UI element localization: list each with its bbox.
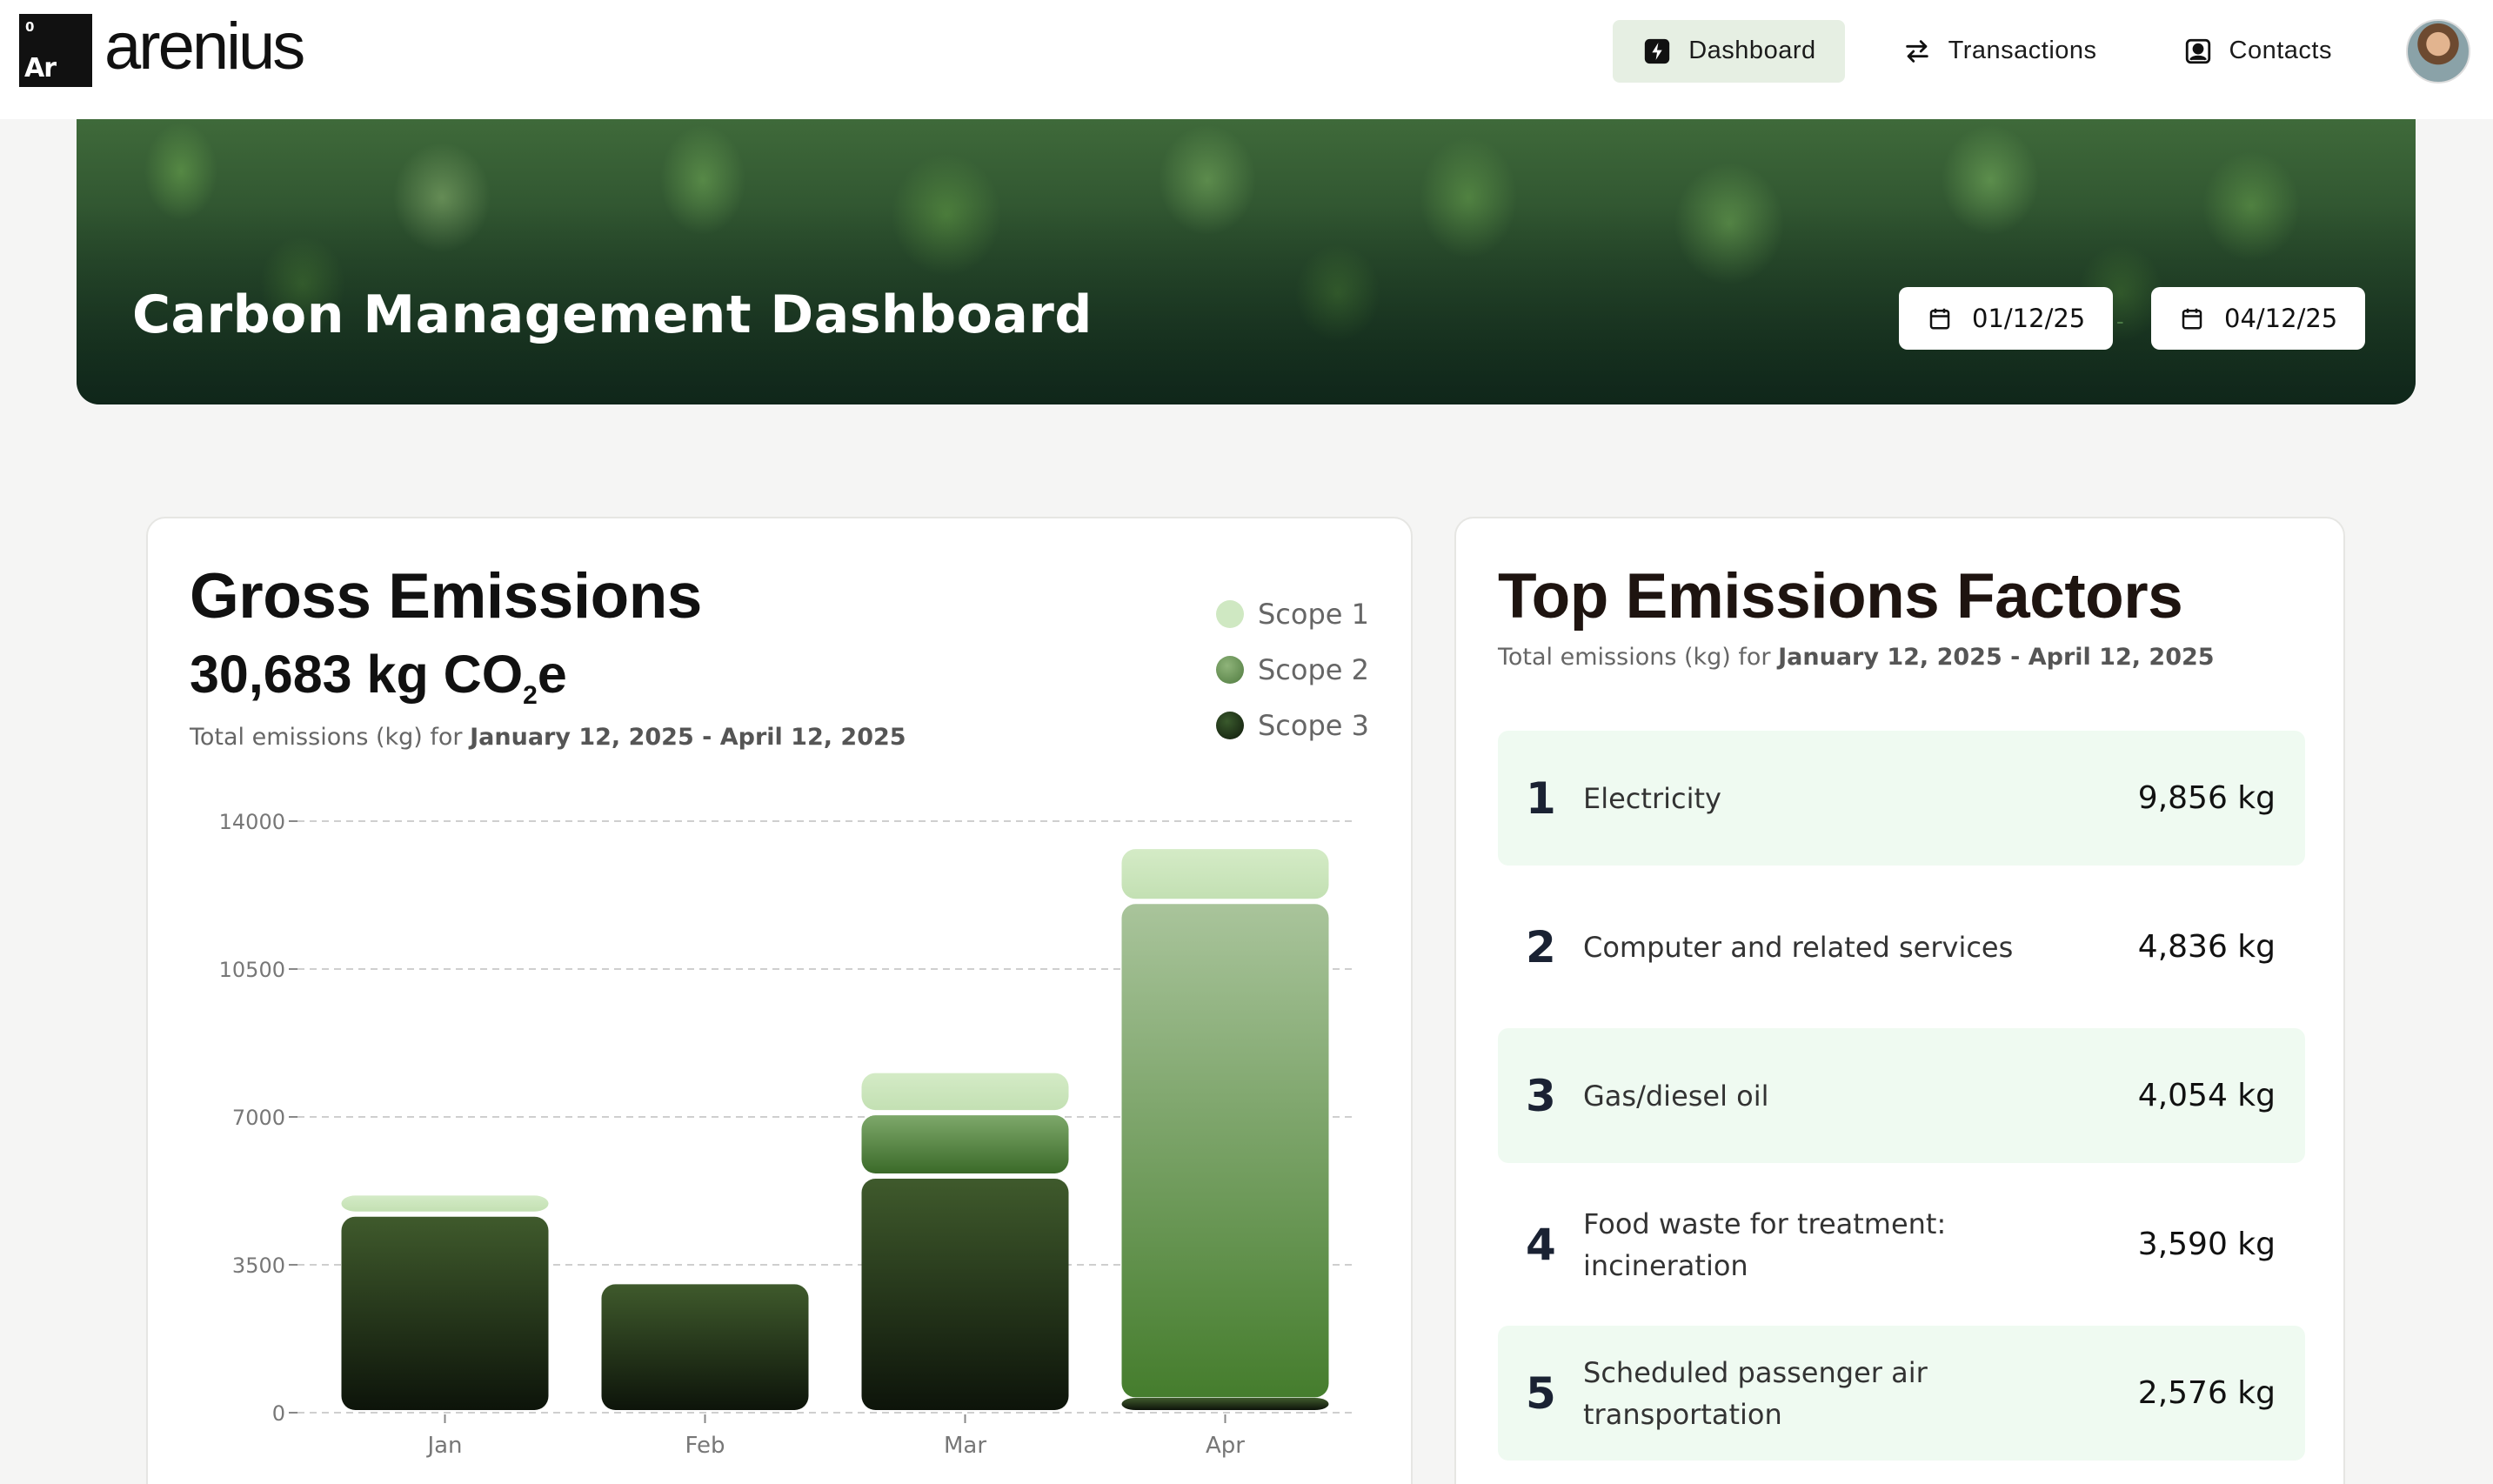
factor-row[interactable]: 2 Computer and related services 4,836 kg — [1498, 879, 2305, 1014]
gross-emissions-card: Gross Emissions 30,683 kg CO2e Total emi… — [146, 517, 1413, 1484]
end-date-picker[interactable]: 04/12/25 — [2151, 287, 2366, 350]
x-tick-label: Apr — [1206, 1433, 1245, 1459]
nav-contacts-label: Contacts — [2229, 37, 2332, 64]
factor-rank: 4 — [1526, 1219, 1556, 1270]
top-factors-title: Top Emissions Factors — [1498, 561, 2183, 632]
bar-segment-scope-1 — [341, 1195, 549, 1212]
arenius-logo[interactable]: 0 Ar arenius — [19, 10, 305, 87]
nav-transactions[interactable]: Transactions — [1873, 20, 2126, 83]
bar-segment-scope-3 — [1121, 1398, 1329, 1410]
logo-mark: 0 Ar — [19, 14, 92, 87]
bar-segment-scope-2 — [1121, 904, 1329, 1398]
top-emissions-factors-card: Top Emissions Factors Total emissions (k… — [1454, 517, 2345, 1484]
contact-card-icon — [2182, 36, 2214, 67]
bar-segment-scope-2 — [861, 1115, 1069, 1173]
bar-segment-scope-3 — [861, 1179, 1069, 1410]
factor-rank: 1 — [1526, 772, 1556, 824]
caption-prefix: Total emissions (kg) for — [1498, 644, 1779, 671]
start-date-value: 01/12/25 — [1972, 304, 2086, 333]
start-date-picker[interactable]: 01/12/25 — [1899, 287, 2114, 350]
x-tick-label: Jan — [425, 1433, 462, 1459]
y-tick-label: 7000 — [232, 1106, 285, 1130]
factor-row[interactable]: 3 Gas/diesel oil 4,054 kg — [1498, 1028, 2305, 1163]
nav-contacts[interactable]: Contacts — [2154, 20, 2361, 83]
logo-wordmark: arenius — [104, 10, 305, 84]
y-tick-label: 14000 — [219, 810, 285, 834]
factor-value: 4,836 kg — [2137, 929, 2276, 965]
date-separator: - — [2116, 308, 2124, 334]
calendar-icon — [1927, 305, 1953, 331]
calendar-icon — [2179, 305, 2205, 331]
logo-symbol: Ar — [24, 53, 57, 84]
nav-dashboard-label: Dashboard — [1688, 37, 1816, 64]
end-date-value: 04/12/25 — [2224, 304, 2338, 333]
bar-segment-scope-3 — [341, 1216, 549, 1410]
top-factors-caption: Total emissions (kg) for January 12, 202… — [1498, 644, 2215, 671]
main-nav: Dashboard Transactions Contacts — [1613, 0, 2493, 102]
y-tick-label: 3500 — [232, 1253, 285, 1278]
bar-segment-scope-1 — [861, 1073, 1069, 1111]
factor-name: Electricity — [1583, 781, 1721, 815]
factor-rank: 2 — [1526, 921, 1556, 973]
factor-rank: 5 — [1526, 1367, 1556, 1419]
nav-dashboard[interactable]: Dashboard — [1613, 19, 1845, 83]
logo-number: 0 — [25, 19, 35, 35]
bar-segment-scope-1 — [1121, 849, 1329, 899]
factor-value: 9,856 kg — [2137, 780, 2276, 816]
page-title: Carbon Management Dashboard — [132, 284, 1093, 345]
factor-name: Gas/diesel oil — [1583, 1079, 1769, 1113]
y-tick-label: 10500 — [219, 958, 285, 982]
nav-transactions-label: Transactions — [1948, 37, 2097, 64]
hero-banner: Carbon Management Dashboard 01/12/25 - 0… — [77, 119, 2416, 404]
y-tick-label: 0 — [272, 1401, 285, 1426]
factor-name: Scheduled passenger air transportation — [1583, 1355, 1928, 1431]
x-tick-label: Mar — [944, 1433, 986, 1459]
factor-value: 2,576 kg — [2137, 1375, 2276, 1411]
lightning-icon — [1641, 36, 1673, 67]
x-tick-label: Feb — [685, 1433, 725, 1459]
factor-value: 3,590 kg — [2137, 1227, 2276, 1262]
factor-row[interactable]: 5 Scheduled passenger air transportation… — [1498, 1326, 2305, 1461]
top-navigation-bar: 0 Ar arenius Dashboard Transactions Cont… — [0, 0, 2493, 119]
factor-row[interactable]: 4 Food waste for treatment: incineration… — [1498, 1177, 2305, 1312]
user-avatar[interactable] — [2406, 18, 2470, 84]
factor-value: 4,054 kg — [2137, 1078, 2276, 1113]
factor-name: Computer and related services — [1583, 930, 2014, 964]
gross-emissions-bar-chart: 0 3500 7000 10500 14000 Jan Feb Mar Apr — [219, 810, 1355, 1459]
bar-segment-scope-3 — [601, 1284, 809, 1410]
swap-arrows-icon — [1901, 36, 1933, 67]
emissions-factor-list: 1 Electricity 9,856 kg 2 Computer and re… — [1498, 731, 2305, 1474]
caption-range: January 12, 2025 - April 12, 2025 — [1778, 644, 2215, 671]
factor-row[interactable]: 1 Electricity 9,856 kg — [1498, 731, 2305, 866]
factor-rank: 3 — [1526, 1070, 1556, 1121]
factor-name: Food waste for treatment: incineration — [1583, 1207, 1947, 1282]
